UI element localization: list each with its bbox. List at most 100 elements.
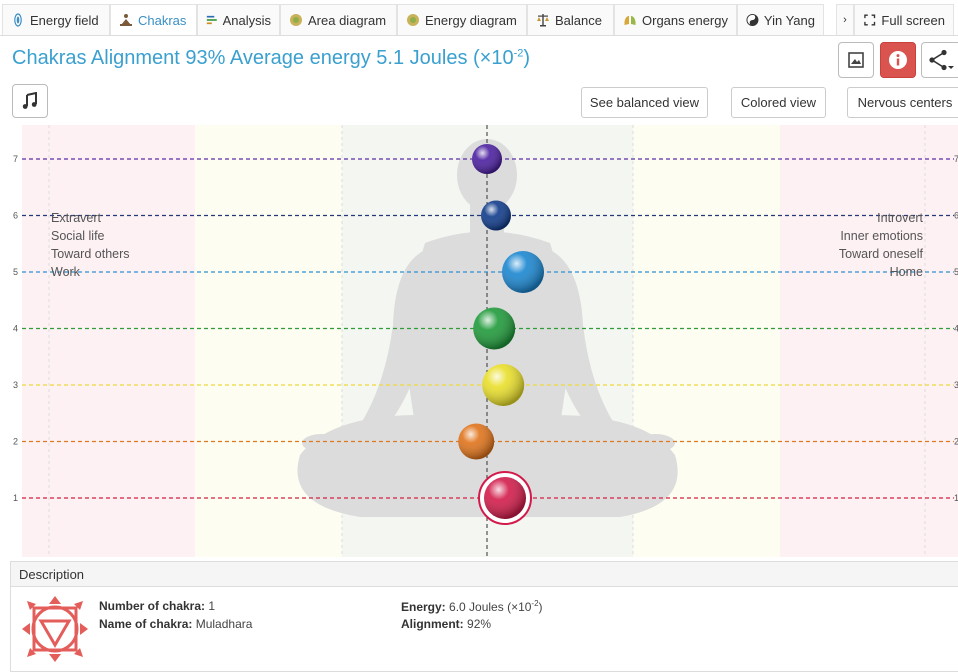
fullscreen-button[interactable]: Full screen	[854, 4, 954, 35]
chakra-name-label: Name of chakra:	[99, 617, 193, 631]
level-tick-left-4: 4	[13, 324, 18, 334]
chakra-energy: Energy: 6.0 Joules (×10-2)	[401, 599, 543, 614]
tab-scroll-right-button[interactable]: ›	[836, 4, 854, 35]
level-tick-left-2: 2	[13, 437, 18, 447]
chakra-alignment: Alignment: 92%	[401, 617, 491, 631]
zone-far-right	[780, 125, 958, 557]
left-labels: Extravert Social life Toward others Work	[51, 209, 130, 281]
tab-energy-diagram[interactable]: Energy diagram	[397, 4, 527, 35]
title-suffix: )	[523, 47, 531, 69]
level-tick-right-7: 7	[954, 154, 958, 164]
chakra-sphere-1[interactable]	[478, 471, 532, 525]
chevron-right-icon: ›	[843, 14, 847, 26]
level-tick-left-6: 6	[13, 211, 18, 221]
left-label-work: Work	[51, 265, 80, 279]
level-tick-right-2: 2	[954, 437, 958, 447]
left-label-toward-others: Toward others	[51, 247, 130, 261]
analysis-bars-icon	[206, 15, 217, 25]
chakra-name: Name of chakra: Muladhara	[99, 617, 252, 631]
fullscreen-icon	[864, 14, 876, 26]
area-diagram-icon	[290, 14, 302, 26]
sphere-shine	[472, 144, 502, 174]
tab-balance[interactable]: Balance	[527, 4, 614, 35]
meditation-icon	[120, 14, 132, 26]
chakra-energy-exponent: -2	[531, 599, 539, 608]
page-title: Chakras Alignment 93% Average energy 5.1…	[12, 47, 530, 70]
level-tick-left-3: 3	[13, 380, 18, 390]
tab-label: Organs energy	[642, 12, 728, 28]
chakra-alignment-value: 92%	[467, 617, 492, 631]
nervous-centers-button[interactable]: Nervous centers	[847, 87, 958, 118]
chakra-name-value: Muladhara	[195, 617, 253, 631]
right-label-toward-oneself: Toward oneself	[838, 247, 923, 261]
sphere-shine	[482, 364, 525, 406]
image-export-button[interactable]	[838, 42, 874, 78]
right-labels: Introvert Inner emotions Toward oneself …	[839, 209, 923, 281]
energy-field-icon	[14, 13, 22, 27]
colored-view-button[interactable]: Colored view	[731, 87, 826, 118]
info-button[interactable]	[880, 42, 916, 78]
music-note-icon	[22, 92, 37, 109]
chakra-sphere-3[interactable]	[482, 364, 525, 406]
level-tick-left-1: 1	[13, 493, 18, 503]
chakra-sphere-4[interactable]	[473, 307, 516, 350]
see-balanced-view-button[interactable]: See balanced view	[581, 87, 708, 118]
title-text: Chakras Alignment 93% Average energy 5.1…	[12, 47, 514, 69]
yin-yang-icon	[746, 14, 759, 26]
level-tick-right-1: 1	[954, 493, 958, 503]
level-tick-right-3: 3	[954, 380, 958, 390]
chakra-number-value: 1	[208, 599, 216, 613]
energy-diagram-icon	[407, 14, 419, 26]
level-tick-right-5: 5	[954, 267, 958, 277]
chakra-sphere-7[interactable]	[472, 144, 502, 174]
tab-label: Yin Yang	[763, 12, 815, 28]
sphere-shine	[502, 251, 544, 293]
share-button[interactable]	[921, 42, 958, 78]
chakra-energy-value: 6.0 Joules (×10	[449, 600, 532, 614]
muladhara-symbol-icon	[22, 596, 88, 662]
chakra-energy-label: Energy:	[401, 600, 446, 614]
right-label-inner-emotions: Inner emotions	[840, 229, 923, 243]
level-tick-right-4: 4	[954, 324, 958, 334]
share-icon	[929, 49, 954, 71]
level-tick-right-6: 6	[954, 211, 958, 221]
chakra-chart-svg: 7 7 6 6 5 5 4 4 3 3 2 2 1 1	[13, 125, 958, 557]
tab-label: Chakras	[138, 12, 187, 28]
sphere-shine	[458, 423, 495, 460]
fullscreen-label: Full screen	[881, 12, 945, 28]
tab-label: Balance	[555, 12, 602, 28]
tab-label: Energy field	[30, 12, 99, 28]
chakra-sphere-2[interactable]	[458, 423, 495, 460]
chakra-sphere-5[interactable]	[502, 251, 544, 293]
tab-label: Energy diagram	[425, 12, 517, 28]
chakra-alignment-label: Alignment:	[401, 617, 464, 631]
button-label: See balanced view	[589, 95, 700, 110]
tab-yin-yang[interactable]: Yin Yang	[737, 4, 824, 35]
chakra-chart: 7 7 6 6 5 5 4 4 3 3 2 2 1 1 Extravert Social life Tow…	[0, 125, 958, 557]
level-tick-left-7: 7	[13, 154, 18, 164]
description-body: Number of chakra: 1 Name of chakra: Mula…	[11, 587, 958, 672]
tab-label: Analysis	[222, 12, 271, 28]
sphere-shine	[481, 200, 511, 231]
description-panel: Description Number of chakra: 1 Name of …	[10, 561, 958, 672]
image-icon	[848, 52, 864, 68]
chakra-sphere-6[interactable]	[481, 200, 511, 231]
zone-far-left	[22, 125, 195, 557]
title-exponent: -2	[513, 47, 524, 60]
sphere-shine	[473, 307, 516, 350]
info-icon	[889, 51, 907, 69]
tab-area-diagram[interactable]: Area diagram	[280, 4, 397, 35]
tab-organs-energy[interactable]: Organs energy	[614, 4, 737, 35]
tab-analysis[interactable]: Analysis	[197, 4, 280, 35]
button-label: Nervous centers	[857, 95, 953, 110]
tab-bar: Energy field Chakras Analysis Area diagr…	[0, 0, 958, 36]
chakra-number: Number of chakra: 1	[99, 599, 215, 613]
tab-label: Area diagram	[308, 12, 387, 28]
music-button[interactable]	[12, 84, 48, 118]
right-label-introvert: Introvert	[877, 211, 923, 225]
tab-chakras[interactable]: Chakras	[110, 4, 197, 35]
chakra-energy-suffix: )	[538, 600, 543, 614]
balance-icon	[537, 14, 549, 27]
left-label-extravert: Extravert	[51, 211, 102, 225]
tab-energy-field[interactable]: Energy field	[2, 4, 110, 35]
